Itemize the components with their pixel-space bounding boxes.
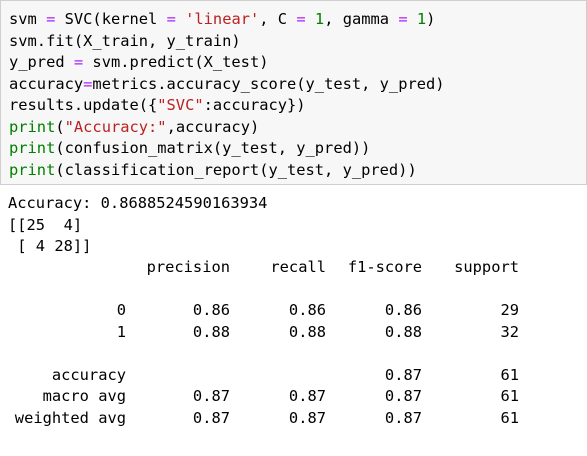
report-header-recall: recall — [270, 258, 326, 276]
code-token: = — [398, 10, 408, 28]
report-cell-recall: 0.88 — [288, 322, 326, 341]
code-token: 1 — [416, 10, 427, 28]
code-line: y_pred = svm.predict(X_test) — [9, 52, 445, 74]
report-header-f1: f1-score — [347, 258, 422, 276]
code-token: 'linear' — [185, 10, 260, 28]
code-line: accuracy=metrics.accuracy_score(y_test, … — [9, 74, 445, 96]
confusion-matrix-row-2: [ 4 28]] — [8, 237, 92, 255]
report-cell-recall: 0.87 — [288, 408, 326, 427]
code-token: metrics.accuracy_score(y_test, y_pred) — [92, 74, 445, 93]
code-editor[interactable]: svm = SVC(kernel = 'linear', C = 1, gamm… — [9, 9, 445, 181]
code-token: svm — [9, 10, 47, 28]
report-cell-support: 61 — [500, 408, 519, 427]
code-token: svm.fit(X_train, y_train) — [9, 31, 241, 50]
code-token: ) — [426, 10, 436, 28]
report-cell-support: 61 — [500, 365, 519, 384]
report-cell-label: 0 — [116, 301, 126, 319]
code-line: results.update({"SVC":accuracy}) — [9, 95, 445, 117]
accuracy-output: Accuracy: 0.8688524590163934 — [8, 194, 268, 212]
code-token: y_pred — [9, 53, 74, 71]
code-token: ( — [55, 117, 65, 136]
output-area: Accuracy: 0.8688524590163934 [[25 4] [ 4… — [8, 193, 267, 258]
code-line: svm = SVC(kernel = 'linear', C = 1, gamm… — [9, 9, 445, 31]
confusion-matrix-row-1: [[25 4] — [8, 215, 83, 234]
report-cell-label: accuracy — [51, 365, 126, 384]
report-header-row: precision recall f1-score support — [8, 257, 568, 279]
code-token: = — [296, 10, 306, 28]
report-row: macro avg 0.87 0.87 0.87 61 — [8, 386, 568, 408]
report-cell-f1: 0.87 — [384, 387, 422, 405]
report-cell-recall: 0.87 — [288, 387, 326, 405]
report-row: accuracy 0.87 61 — [8, 365, 568, 387]
code-token: = — [46, 10, 56, 28]
report-row: weighted avg 0.87 0.87 0.87 61 — [8, 408, 568, 430]
report-row: 1 0.88 0.88 0.88 32 — [8, 322, 568, 344]
code-line: svm.fit(X_train, y_train) — [9, 31, 445, 53]
code-token: "SVC" — [157, 96, 204, 114]
code-token: "Accuracy:" — [64, 117, 167, 136]
code-token: = — [73, 53, 84, 71]
code-token: results.update({ — [9, 96, 158, 114]
report-cell-precision: 0.87 — [192, 387, 230, 405]
code-line: print(confusion_matrix(y_test, y_pred)) — [9, 138, 445, 160]
code-token: SVC(kernel — [55, 10, 167, 28]
report-cell-f1: 0.87 — [384, 365, 422, 384]
report-header-precision: precision — [146, 258, 230, 276]
code-token: (classification_report(y_test, y_pred)) — [55, 160, 417, 179]
report-row — [8, 343, 568, 365]
code-token: , C — [259, 10, 297, 28]
code-token: svm.predict(X_test) — [83, 53, 269, 71]
report-cell-f1: 0.86 — [384, 301, 422, 319]
code-token: print — [9, 139, 56, 157]
report-cell-precision: 0.88 — [192, 322, 230, 341]
report-cell-f1: 0.87 — [384, 408, 422, 427]
report-row: 0 0.86 0.86 0.86 29 — [8, 300, 568, 322]
report-cell-label: 1 — [116, 322, 126, 341]
code-token: , gamma — [324, 10, 399, 28]
code-token: print — [9, 117, 56, 136]
code-line: print(classification_report(y_test, y_pr… — [9, 160, 445, 182]
code-token: (confusion_matrix(y_test, y_pred)) — [55, 139, 371, 157]
code-token: 1 — [314, 10, 325, 28]
report-cell-support: 29 — [500, 301, 519, 319]
code-token: ,accuracy) — [166, 117, 260, 136]
report-row — [8, 279, 568, 301]
report-cell-support: 32 — [500, 322, 519, 341]
code-line: print("Accuracy:",accuracy) — [9, 117, 445, 139]
report-cell-support: 61 — [500, 387, 519, 405]
code-token: = — [166, 10, 176, 28]
classification-report: precision recall f1-score support 0 0.86… — [8, 257, 568, 429]
code-token: accuracy — [9, 74, 84, 93]
report-header-support: support — [454, 258, 519, 276]
code-token: :accuracy}) — [203, 96, 306, 114]
report-cell-label: macro avg — [42, 387, 126, 405]
report-cell-precision: 0.86 — [192, 301, 230, 319]
code-cell[interactable]: svm = SVC(kernel = 'linear', C = 1, gamm… — [0, 0, 587, 185]
report-cell-precision: 0.87 — [192, 408, 230, 427]
code-token: print — [9, 160, 56, 179]
report-cell-recall: 0.86 — [288, 301, 326, 319]
report-cell-f1: 0.88 — [384, 322, 422, 341]
report-cell-label: weighted avg — [14, 408, 126, 427]
